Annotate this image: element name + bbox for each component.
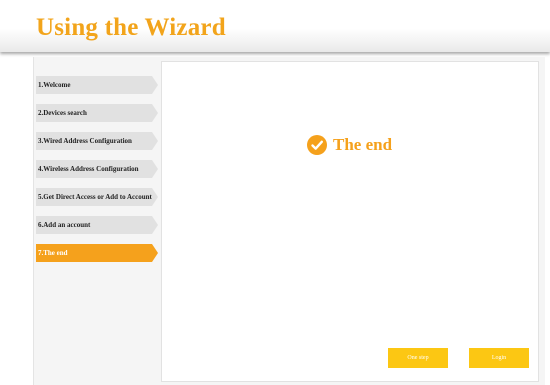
check-circle-icon bbox=[307, 135, 327, 155]
one-step-button[interactable]: One step bbox=[388, 348, 448, 368]
end-heading-text: The end bbox=[333, 135, 393, 154]
step-wireless-address-configuration[interactable]: 4.Wireless Address Configuration bbox=[36, 160, 158, 178]
step-add-account[interactable]: 6.Add an account bbox=[36, 216, 158, 234]
page-title: Using the Wizard bbox=[36, 14, 226, 41]
login-button[interactable]: Login bbox=[469, 348, 529, 368]
step-devices-search[interactable]: 2.Devices search bbox=[36, 104, 158, 122]
header-bar: Using the Wizard bbox=[0, 0, 550, 52]
step-direct-access-or-add-account[interactable]: 5.Get Direct Access or Add to Account bbox=[36, 188, 158, 206]
step-welcome[interactable]: 1.Welcome bbox=[36, 76, 158, 94]
end-heading: The end bbox=[307, 134, 392, 156]
content-panel bbox=[161, 61, 539, 382]
step-the-end[interactable]: 7.The end bbox=[36, 244, 158, 262]
step-wired-address-configuration[interactable]: 3.Wired Address Configuration bbox=[36, 132, 158, 150]
